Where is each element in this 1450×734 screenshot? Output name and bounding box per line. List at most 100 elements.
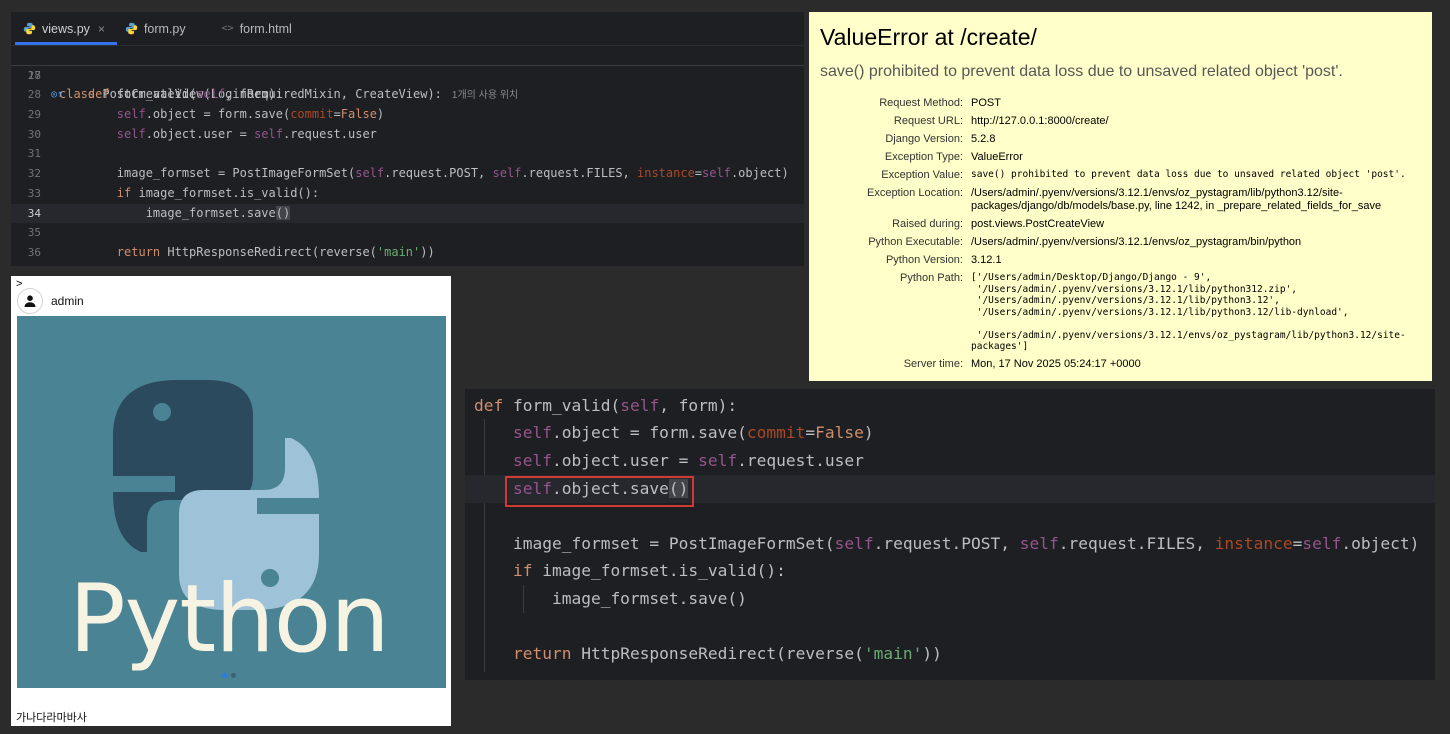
code-line[interactable]: image_formset = PostImageFormSet(self.re… <box>474 530 1419 558</box>
line-number: 33 <box>27 186 41 200</box>
code-line[interactable]: 28 ◎↑ def form_valid(self, form): <box>11 85 804 105</box>
tab-form-py[interactable]: form.py <box>117 12 198 45</box>
code-line[interactable]: 29 self.object = form.save(commit=False) <box>11 105 804 125</box>
close-tab-icon[interactable]: × <box>98 22 105 36</box>
info-row: Exception Value: save() prohibited to pre… <box>809 169 1421 187</box>
tab-label: form.html <box>239 21 292 36</box>
info-value: post.views.PostCreateView <box>971 218 1105 230</box>
info-value: 3.12.1 <box>971 254 1002 266</box>
django-error-page: ValueError at /create/ save() prohibited… <box>809 12 1432 381</box>
line-number: 30 <box>27 127 41 141</box>
line-number: 32 <box>27 167 41 181</box>
python-wordmark: Python <box>69 565 390 674</box>
user-icon <box>24 295 36 307</box>
code-line[interactable]: 31 <box>11 144 804 164</box>
info-row: Python Version: 3.12.1 <box>809 254 1421 272</box>
line-number: 36 <box>27 245 41 259</box>
editor-tab-bar: views.py × form.py <> form.html <box>11 12 804 46</box>
code-line[interactable]: return HttpResponseRedirect(reverse('mai… <box>474 640 942 668</box>
info-key: Python Path: <box>900 272 963 284</box>
info-key: Exception Value: <box>881 169 963 181</box>
info-value: Mon, 17 Nov 2025 05:24:17 +0000 <box>971 357 1141 370</box>
code-line[interactable]: image_formset.save() <box>474 585 747 613</box>
code-text: self.object = form.save(commit=False) <box>116 107 385 122</box>
line-number: 37 <box>11 263 41 267</box>
code-text: def form_valid(self, form): <box>87 87 283 102</box>
info-key: Exception Location: <box>866 187 963 199</box>
code-line[interactable]: self.object = form.save(commit=False) <box>474 419 874 447</box>
info-value: /Users/admin/.pyenv/versions/3.12.1/envs… <box>971 236 1302 248</box>
python-file-icon <box>23 22 36 35</box>
code-line[interactable]: 37 <box>11 263 804 267</box>
info-value: ['/Users/admin/Desktop/Django/Django - 9… <box>971 272 1406 352</box>
line-number: 31 <box>27 147 41 161</box>
request-info-table: Request Method: POST Request URL: http://12… <box>809 97 1421 376</box>
info-row: Python Executable: /Users/admin/.pyenv/ve… <box>809 236 1421 254</box>
code-text: if image_formset.is_valid(): <box>116 185 320 200</box>
code-line[interactable]: def form_valid(self, form): <box>474 392 737 420</box>
code-line[interactable]: 27 <box>11 66 804 86</box>
code-line[interactable]: 33 if image_formset.is_valid(): <box>11 184 804 204</box>
info-row: Django Version: 5.2.8 <box>809 133 1421 151</box>
info-value: 5.2.8 <box>971 133 996 145</box>
code-line[interactable]: 35 <box>11 223 804 243</box>
tab-form-html[interactable]: <> form.html <box>214 12 304 45</box>
code-line[interactable]: 30 self.object.user = self.request.user <box>11 125 804 145</box>
tab-label: views.py <box>42 21 90 36</box>
info-row: Request URL: http://127.0.0.1:8000/create… <box>809 115 1421 133</box>
info-value: ValueError <box>971 151 1023 163</box>
info-key: Request URL: <box>893 115 963 127</box>
info-key: Raised during: <box>892 218 963 230</box>
code-line[interactable]: 34 image_formset.save() <box>11 203 804 224</box>
code-text: image_formset.save() <box>59 205 291 220</box>
post-caption: 가나다라마바사 <box>16 712 87 724</box>
author-username[interactable]: admin <box>51 294 84 308</box>
info-key: Python Executable: <box>868 236 963 248</box>
line-number: 28 <box>27 88 41 102</box>
zoomed-code-view[interactable]: def form_valid(self, form): self.object … <box>465 389 1435 680</box>
post-card: > admin Python 가나다라마바사 <box>11 276 451 726</box>
html-file-icon: <> <box>221 23 234 34</box>
info-value: /Users/admin/.pyenv/versions/3.12.1/envs… <box>971 187 1382 212</box>
tab-views-py[interactable]: views.py × <box>15 12 117 45</box>
sticky-header-line[interactable]: 18 class PostCreateView(LoginRequiredMix… <box>11 46 804 101</box>
info-row: Exception Type: ValueError <box>809 151 1421 169</box>
info-key: Python Version: <box>885 254 963 266</box>
line-number: 34 <box>27 206 41 220</box>
code-editor[interactable]: views.py × form.py <> form.html 18 class… <box>11 12 804 266</box>
highlight-box <box>505 476 694 507</box>
info-row: Exception Location: /Users/admin/.pyenv/v… <box>809 187 1421 218</box>
info-row: Python Path: ['/Users/admin/Desktop/Djang… <box>809 272 1421 358</box>
info-row: Request Method: POST <box>809 97 1421 115</box>
post-image[interactable]: Python <box>17 316 446 688</box>
code-line[interactable]: 36 return HttpResponseRedirect(reverse('… <box>11 243 804 263</box>
line-number: 35 <box>27 226 41 240</box>
info-key: Django Version: <box>885 133 963 145</box>
line-number: 27 <box>27 68 41 82</box>
info-key: Server time: <box>903 357 963 370</box>
carousel-dot[interactable] <box>222 673 227 678</box>
code-line[interactable]: self.object.user = self.request.user <box>474 447 864 475</box>
info-row: Server time: Mon, 17 Nov 2025 05:24:17 +0… <box>809 358 1421 376</box>
info-value: save() prohibited to prevent data loss d… <box>971 169 1406 180</box>
tab-label: form.py <box>143 21 186 36</box>
info-value: POST <box>971 97 1001 109</box>
editor-content[interactable]: 18 class PostCreateView(LoginRequiredMix… <box>11 46 804 266</box>
line-number: 29 <box>27 108 41 122</box>
code-text: return HttpResponseRedirect(reverse('mai… <box>116 244 435 259</box>
python-file-icon <box>125 22 138 35</box>
code-line[interactable]: if image_formset.is_valid(): <box>474 557 786 585</box>
exception-value-summary: save() prohibited to prevent data loss d… <box>820 63 1343 80</box>
post-author[interactable]: admin <box>17 288 84 314</box>
info-key: Request Method: <box>879 97 963 109</box>
carousel-dot[interactable] <box>231 673 236 678</box>
code-line[interactable]: 32 image_formset = PostImageFormSet(self… <box>11 164 804 184</box>
code-text: image_formset = PostImageFormSet(self.re… <box>59 166 789 181</box>
info-key: Exception Type: <box>884 151 963 163</box>
info-value: http://127.0.0.1:8000/create/ <box>971 115 1109 127</box>
error-title: ValueError at /create/ <box>820 24 1037 50</box>
avatar[interactable] <box>17 288 43 314</box>
carousel-indicator[interactable] <box>222 673 236 678</box>
code-text: self.object.user = self.request.user <box>116 126 377 141</box>
info-row: Raised during: post.views.PostCreateView <box>809 218 1421 236</box>
